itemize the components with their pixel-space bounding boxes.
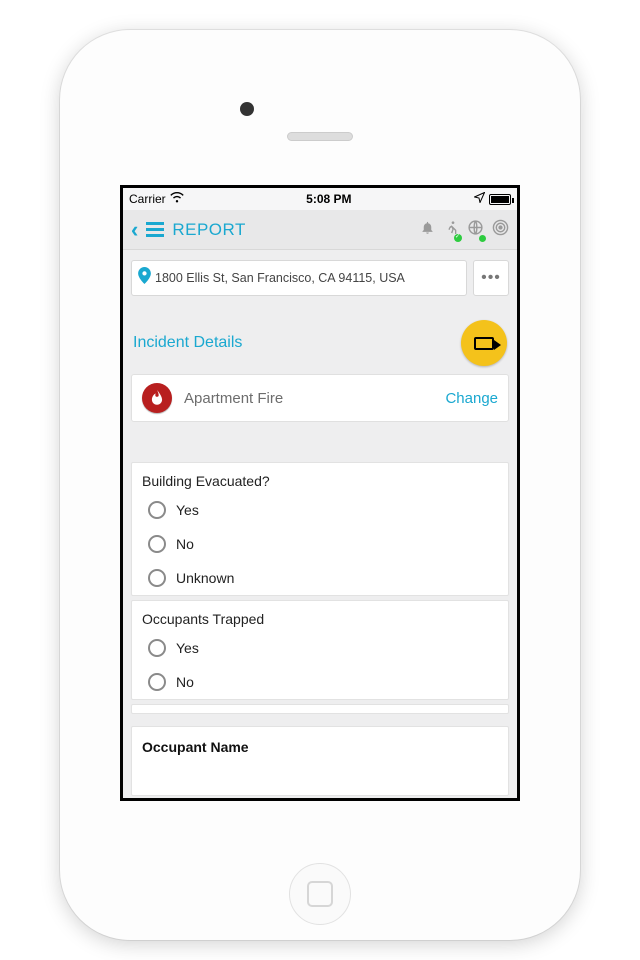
option-yes[interactable]: Yes [132, 631, 508, 665]
phone-camera [240, 102, 254, 116]
phone-frame: Carrier 5:08 PM ‹ REPORT [60, 30, 580, 940]
occupant-name-card[interactable]: Occupant Name [131, 726, 509, 796]
carrier-label: Carrier [129, 192, 166, 206]
video-record-button[interactable] [461, 320, 507, 366]
location-pin-icon [138, 267, 151, 289]
incident-type-label: Apartment Fire [184, 390, 283, 407]
blank-card [131, 704, 509, 714]
globe-status-icon[interactable] [467, 219, 484, 241]
incident-type-row: Apartment Fire Change [131, 374, 509, 422]
option-label: Yes [176, 640, 199, 656]
video-camera-icon [474, 337, 494, 350]
activity-status-icon[interactable] [443, 220, 459, 240]
question-label: Occupants Trapped [132, 601, 508, 631]
option-label: Unknown [176, 570, 234, 586]
radio-icon [148, 501, 166, 519]
screen: Carrier 5:08 PM ‹ REPORT [120, 185, 520, 801]
change-incident-button[interactable]: Change [445, 390, 498, 407]
option-label: No [176, 674, 194, 690]
section-title: Incident Details [133, 334, 242, 352]
location-arrow-icon [474, 192, 485, 206]
option-yes[interactable]: Yes [132, 493, 508, 527]
wifi-icon [170, 192, 184, 206]
fire-icon [142, 383, 172, 413]
radio-icon [148, 535, 166, 553]
question-building-evacuated: Building Evacuated? Yes No Unknown [131, 462, 509, 596]
menu-button[interactable] [146, 222, 164, 237]
broadcast-icon[interactable] [492, 219, 509, 241]
page-title: REPORT [172, 220, 246, 240]
bell-icon[interactable] [420, 220, 435, 240]
back-button[interactable]: ‹ [131, 217, 138, 243]
option-label: No [176, 536, 194, 552]
clock: 5:08 PM [306, 192, 351, 206]
nav-bar: ‹ REPORT [123, 210, 517, 250]
option-no[interactable]: No [132, 665, 508, 699]
occupant-name-label: Occupant Name [142, 739, 498, 755]
question-occupants-trapped: Occupants Trapped Yes No [131, 600, 509, 700]
radio-icon [148, 673, 166, 691]
content-area: 1800 Ellis St, San Francisco, CA 94115, … [123, 250, 517, 798]
address-field[interactable]: 1800 Ellis St, San Francisco, CA 94115, … [131, 260, 467, 296]
option-unknown[interactable]: Unknown [132, 561, 508, 595]
address-more-button[interactable]: ••• [473, 260, 509, 296]
option-label: Yes [176, 502, 199, 518]
phone-speaker [287, 132, 353, 141]
radio-icon [148, 569, 166, 587]
status-bar: Carrier 5:08 PM [123, 188, 517, 210]
radio-icon [148, 639, 166, 657]
question-label: Building Evacuated? [132, 463, 508, 493]
address-text: 1800 Ellis St, San Francisco, CA 94115, … [155, 271, 405, 285]
option-no[interactable]: No [132, 527, 508, 561]
battery-icon [489, 194, 511, 205]
home-button[interactable] [289, 863, 351, 925]
